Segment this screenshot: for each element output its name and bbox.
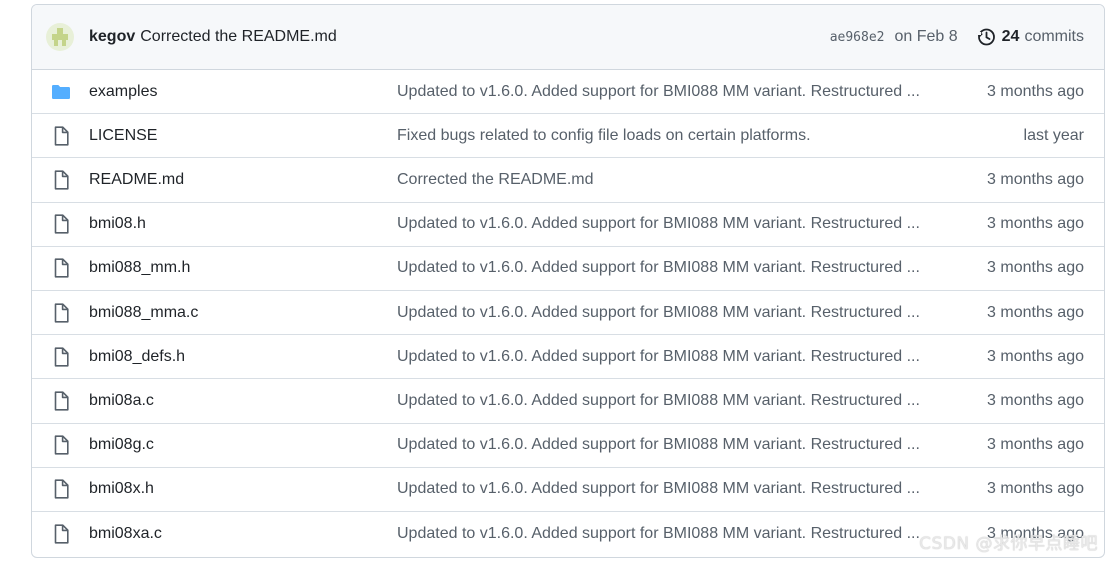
- file-name-link[interactable]: bmi08x.h: [89, 480, 397, 498]
- commits-history-link[interactable]: 24 commits: [976, 27, 1084, 47]
- file-name-link[interactable]: bmi088_mma.c: [89, 304, 397, 322]
- file-icon: [50, 258, 72, 278]
- file-name-link[interactable]: LICENSE: [89, 127, 397, 145]
- file-name-link[interactable]: bmi08a.c: [89, 392, 397, 410]
- file-commit-age: 3 months ago: [987, 347, 1084, 365]
- file-icon: [50, 214, 72, 234]
- file-icon: [50, 479, 72, 499]
- file-row[interactable]: examples Updated to v1.6.0. Added support…: [32, 70, 1104, 115]
- commits-count: 24: [1001, 28, 1020, 45]
- file-commit-message-link[interactable]: Fixed bugs related to config file loads …: [397, 127, 957, 145]
- commit-author-link[interactable]: kegov: [89, 28, 135, 46]
- file-commit-age: last year: [1023, 126, 1084, 144]
- file-icon: [50, 302, 72, 323]
- identicon-icon: [52, 28, 68, 46]
- file-row[interactable]: README.md Corrected the README.md 3 months…: [32, 158, 1104, 203]
- file-row[interactable]: bmi08_defs.h Updated to v1.6.0. Added sup…: [32, 335, 1104, 380]
- file-commit-message-link[interactable]: Updated to v1.6.0. Added support for BMI…: [397, 436, 957, 454]
- file-name-link[interactable]: bmi08.h: [89, 215, 397, 233]
- file-row[interactable]: bmi08a.c Updated to v1.6.0. Added support…: [32, 379, 1104, 424]
- file-name-link[interactable]: bmi08_defs.h: [89, 348, 397, 366]
- file-row[interactable]: bmi08.h Updated to v1.6.0. Added support …: [32, 203, 1104, 247]
- file-row[interactable]: bmi08g.c Updated to v1.6.0. Added support…: [32, 424, 1104, 468]
- file-commit-age: 3 months ago: [987, 170, 1084, 188]
- file-list: examples Updated to v1.6.0. Added support…: [32, 70, 1104, 556]
- file-name-link[interactable]: bmi088_mm.h: [89, 259, 397, 277]
- file-icon: [50, 435, 72, 455]
- folder-name-link[interactable]: examples: [89, 83, 397, 101]
- folder-icon: [50, 84, 72, 100]
- file-commit-age: 3 months ago: [987, 215, 1084, 233]
- commit-date: on Feb 8: [894, 28, 958, 45]
- file-icon: [50, 524, 72, 544]
- file-commit-age: 3 months ago: [987, 82, 1084, 100]
- file-row[interactable]: bmi08x.h Updated to v1.6.0. Added support…: [32, 468, 1104, 512]
- file-commit-message-link[interactable]: Updated to v1.6.0. Added support for BMI…: [397, 304, 957, 322]
- file-commit-message-link[interactable]: Corrected the README.md: [397, 171, 957, 189]
- file-commit-message-link[interactable]: Updated to v1.6.0. Added support for BMI…: [397, 525, 957, 543]
- file-icon: [50, 170, 72, 190]
- file-commit-age: 3 months ago: [987, 303, 1084, 321]
- file-commit-age: 3 months ago: [987, 259, 1084, 277]
- file-browser: kegov Corrected the README.md ae968e2 on…: [31, 4, 1105, 558]
- file-name-link[interactable]: bmi08xa.c: [89, 525, 397, 543]
- file-icon: [50, 391, 72, 411]
- history-icon: [976, 28, 995, 46]
- file-commit-message-link[interactable]: Updated to v1.6.0. Added support for BMI…: [397, 392, 957, 410]
- file-commit-message-link[interactable]: Updated to v1.6.0. Added support for BMI…: [397, 215, 957, 233]
- file-commit-age: 3 months ago: [987, 391, 1084, 409]
- avatar[interactable]: [46, 23, 74, 51]
- commit-sha-link[interactable]: ae968e2: [830, 30, 885, 45]
- commit-message-link[interactable]: Corrected the README.md: [140, 28, 337, 46]
- file-icon: [50, 126, 72, 146]
- commits-label: commits: [1024, 28, 1084, 45]
- file-icon: [50, 347, 72, 367]
- file-row[interactable]: bmi088_mma.c Updated to v1.6.0. Added sup…: [32, 291, 1104, 336]
- file-name-link[interactable]: README.md: [89, 171, 397, 189]
- file-commit-message-link[interactable]: Updated to v1.6.0. Added support for BMI…: [397, 259, 957, 277]
- file-commit-age: 3 months ago: [987, 436, 1084, 454]
- watermark-text: CSDN @求你早点睡吧: [919, 534, 1098, 554]
- file-commit-message-link[interactable]: Updated to v1.6.0. Added support for BMI…: [397, 348, 957, 366]
- file-name-link[interactable]: bmi08g.c: [89, 436, 397, 454]
- file-row[interactable]: LICENSE Fixed bugs related to config file…: [32, 114, 1104, 159]
- file-commit-message-link[interactable]: Updated to v1.6.0. Added support for BMI…: [397, 83, 957, 101]
- file-commit-age: 3 months ago: [987, 480, 1084, 498]
- latest-commit-bar: kegov Corrected the README.md ae968e2 on…: [32, 5, 1104, 70]
- file-row[interactable]: bmi088_mm.h Updated to v1.6.0. Added supp…: [32, 247, 1104, 291]
- file-commit-message-link[interactable]: Updated to v1.6.0. Added support for BMI…: [397, 480, 957, 498]
